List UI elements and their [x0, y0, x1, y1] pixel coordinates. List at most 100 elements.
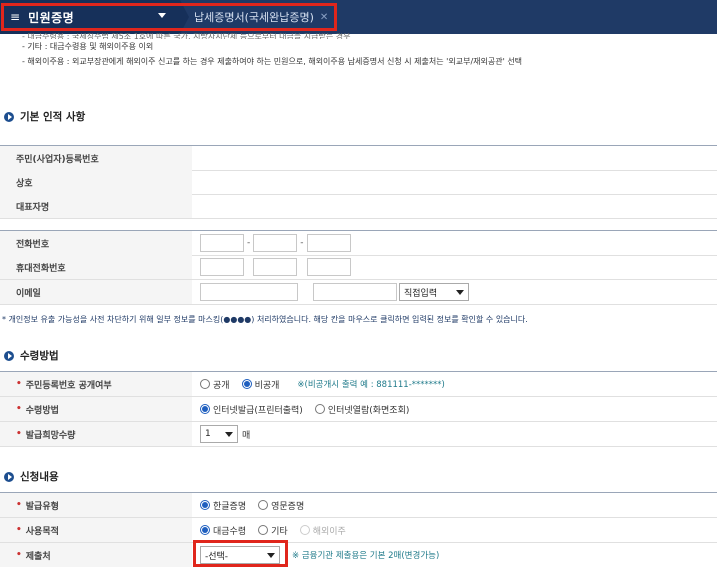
chevron-down-icon [158, 13, 166, 18]
radio-label: 공개 [213, 380, 230, 391]
radio-korean-cert[interactable]: 한글증명 [200, 499, 246, 512]
row-resident-number: 주민(사업자)등록번호 [0, 146, 717, 170]
menu-title: 민원증명 [28, 10, 75, 25]
radio-label: 한글증명 [213, 501, 247, 512]
radio-purpose-other[interactable]: 기타 [258, 524, 288, 537]
value: 한글증명 영문증명 [192, 493, 717, 517]
value: 인터넷발급(프린터출력) 인터넷열람(화면조회) [192, 397, 717, 421]
label: 상호 [0, 170, 192, 194]
mobile-field-2[interactable] [253, 258, 298, 276]
spacer: @ [301, 287, 310, 297]
label: 이메일 [0, 280, 192, 304]
select-value: 직접입력 [404, 288, 438, 299]
phone-field-2[interactable] [253, 234, 298, 252]
bullet-arrow-icon [4, 111, 14, 122]
radio-icon [258, 500, 269, 510]
radio-checked-icon [200, 404, 210, 414]
label: 휴대전화번호 [0, 255, 192, 279]
radio-label: 인터넷열람(화면조회) [327, 405, 410, 416]
label-text: 발급유형 [25, 501, 59, 512]
spacer: - [300, 262, 303, 272]
hamburger-icon: ≡ [10, 10, 21, 24]
phone-field-1[interactable] [200, 234, 244, 252]
section-title-application: 신청내용 [4, 469, 59, 484]
radio-english-cert[interactable]: 영문증명 [258, 499, 304, 512]
radio-purpose-emigration[interactable]: 해외이주 [299, 524, 346, 537]
radio-icon [200, 379, 210, 389]
required-mark: • [16, 550, 22, 560]
row-ceo: 대표자명 [0, 194, 717, 218]
radio-icon [299, 525, 310, 535]
dash: - [300, 238, 304, 248]
section-title-text: 기본 인적 사항 [20, 111, 86, 123]
label: 전화번호 [0, 231, 192, 255]
radio-disclose-public[interactable]: 공개 [200, 378, 230, 391]
mobile-field-1[interactable] [200, 258, 244, 276]
radio-icon [258, 525, 269, 535]
email-domain-select[interactable]: 직접입력 [399, 283, 469, 301]
label: • 발급희망수량 [0, 422, 192, 446]
row-company: 상호 [0, 170, 717, 194]
notice-list: - 대금수령용 : 국세징수법 제5조 1호에 따른 국가, 지방자치단체 등으… [22, 33, 522, 69]
civil-service-menu-button[interactable]: ≡ 민원증명 [0, 0, 180, 34]
label: • 주민등록번호 공개여부 [0, 372, 192, 396]
count-unit: 매 [242, 430, 251, 441]
row-email: 이메일 @ 직접입력 [0, 280, 717, 304]
submit-to-select[interactable]: -선택- [200, 546, 280, 564]
radio-label: 기타 [271, 526, 288, 537]
section-title-text: 수령방법 [20, 350, 59, 362]
notice-item: - 해외이주용 : 외교부장관에게 해외이주 신고를 하는 경우 제출하여야 하… [22, 57, 523, 66]
value [192, 170, 717, 194]
radio-label: 영문증명 [271, 501, 305, 512]
select-value: 1 [205, 429, 211, 439]
breadcrumb-current[interactable]: 납세증명서(국세완납증명) [194, 9, 314, 25]
dash: - [247, 238, 251, 248]
divider [0, 218, 717, 219]
label: • 제출처 [0, 543, 192, 567]
mobile-field-3[interactable] [306, 258, 351, 276]
row-receive-method: • 수령방법 인터넷발급(프린터출력) 인터넷열람(화면조회) [0, 397, 717, 421]
divider [0, 304, 717, 305]
chevron-down-icon [456, 289, 464, 295]
bullet-arrow-icon [4, 350, 14, 361]
row-phone: 전화번호 - - [0, 231, 717, 255]
radio-label: 비공개 [254, 380, 280, 391]
email-domain-field[interactable] [313, 283, 397, 301]
radio-checked-icon [241, 379, 252, 389]
radio-label: 해외이주 [312, 526, 346, 537]
section-title-receive: 수령방법 [4, 348, 59, 363]
required-mark: • [16, 525, 22, 535]
disclose-hint: ※(비공개시 출력 예 : 881111-*******) [297, 380, 445, 390]
divider [0, 446, 717, 447]
value: 대금수령 기타 해외이주 [192, 518, 717, 542]
label-text: 발급희망수량 [25, 430, 76, 441]
top-navigation-bar: ≡ 민원증명 납세증명서(국세완납증명) ✕ [0, 0, 717, 34]
value: -선택- ※ 금융기관 제출용은 기본 2매(변경가능) [192, 543, 717, 567]
label: • 사용목적 [0, 518, 192, 542]
radio-internet-view[interactable]: 인터넷열람(화면조회) [314, 403, 410, 416]
required-mark: • [16, 379, 22, 389]
radio-checked-icon [200, 525, 210, 535]
radio-disclose-private[interactable]: 비공개 [241, 378, 280, 391]
label-text: 사용목적 [25, 526, 59, 537]
notice-item: - 기타 : 대금수령용 및 해외이주용 이외 [22, 42, 154, 51]
radio-internet-print[interactable]: 인터넷발급(프린터출력) [200, 403, 303, 416]
phone-field-3[interactable] [306, 234, 351, 252]
chevron-down-icon [267, 552, 275, 558]
privacy-notice: * 개인정보 유출 가능성을 사전 차단하기 위해 일부 정보를 마스킹(●●●… [2, 315, 528, 324]
radio-purpose-payment[interactable]: 대금수령 [200, 524, 246, 537]
value: @ 직접입력 [192, 280, 717, 304]
breadcrumb: 납세증명서(국세완납증명) ✕ [194, 0, 328, 34]
close-icon[interactable]: ✕ [320, 12, 328, 23]
email-id-field[interactable] [200, 283, 298, 301]
breadcrumb-separator [180, 0, 189, 34]
row-purpose: • 사용목적 대금수령 기타 해외이주 [0, 518, 717, 542]
radio-icon [314, 404, 325, 414]
row-issue-type: • 발급유형 한글증명 영문증명 [0, 493, 717, 517]
section-title-text: 신청내용 [20, 471, 59, 483]
label: • 수령방법 [0, 397, 192, 421]
issue-count-select[interactable]: 1 [200, 425, 238, 443]
label: 대표자명 [0, 194, 192, 218]
row-mobile: 휴대전화번호 - - [0, 255, 717, 279]
required-mark: • [16, 500, 22, 510]
